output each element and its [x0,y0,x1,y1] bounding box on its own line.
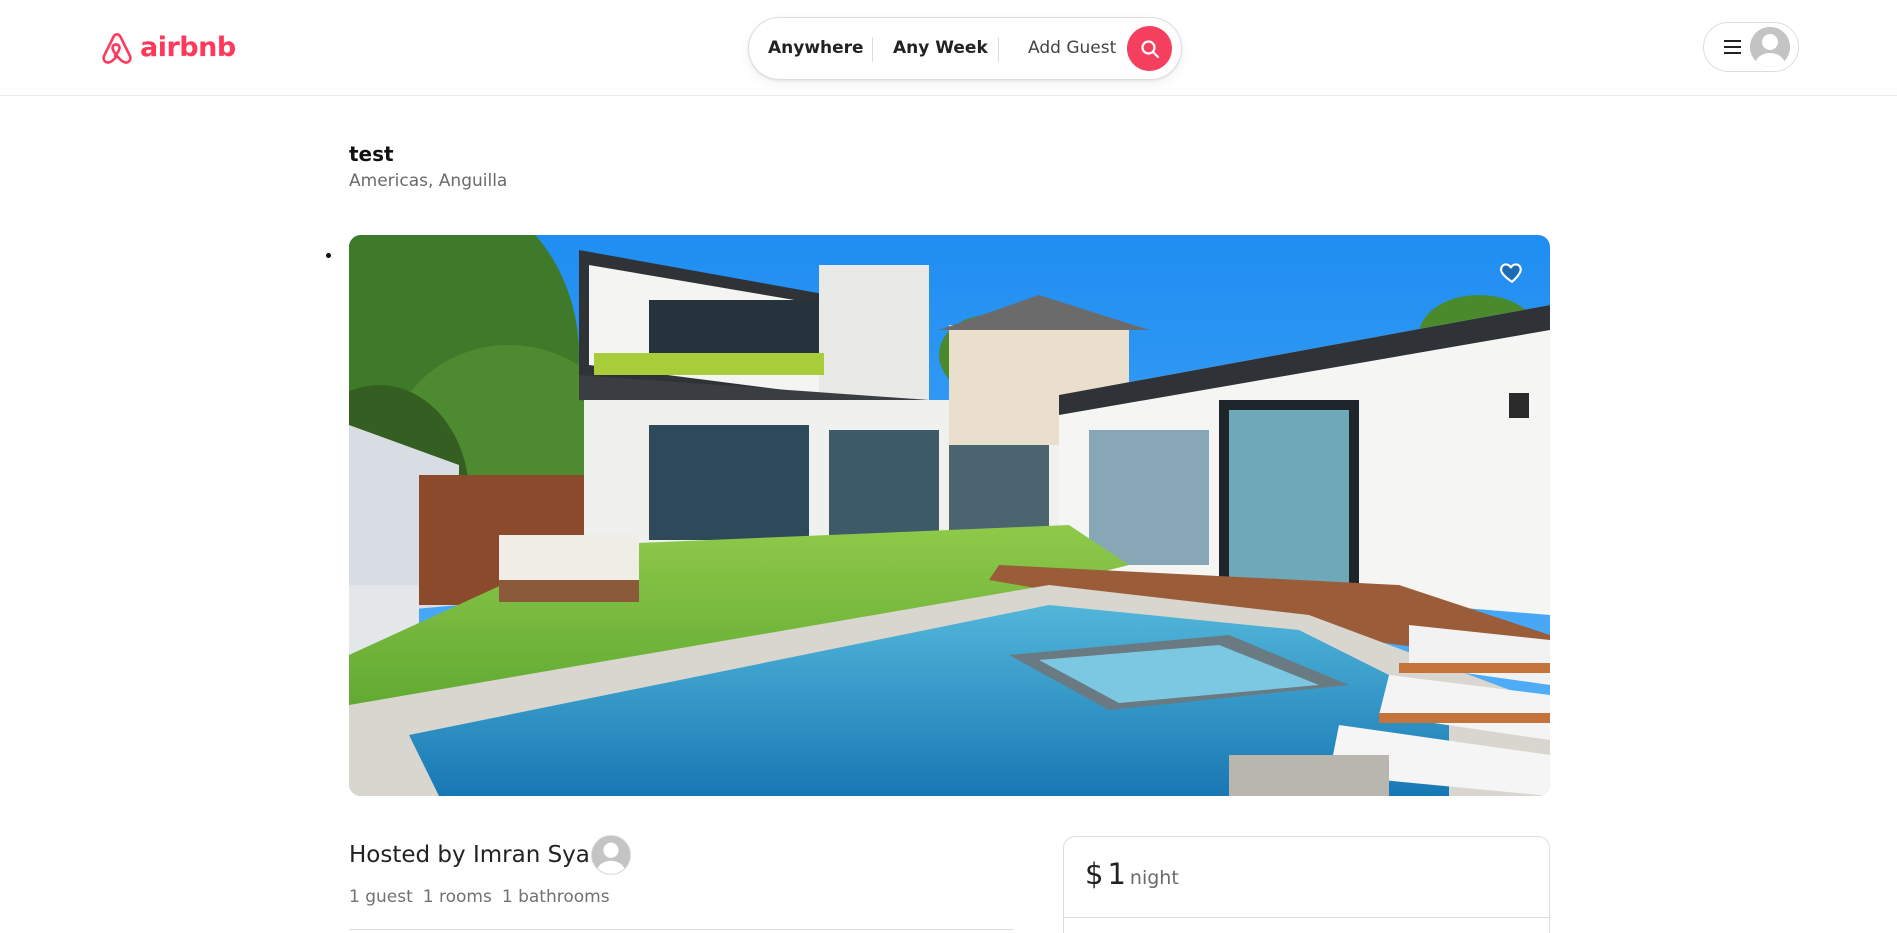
search-divider [998,37,999,62]
search-icon [1140,39,1159,58]
top-navbar: airbnb Anywhere Any Week Add Guest [0,0,1897,96]
price-unit: night [1129,867,1179,889]
card-divider [1064,917,1549,918]
search-location-anywhere[interactable]: Anywhere [768,38,864,58]
price-amount: 1 [1107,857,1126,891]
search-button[interactable] [1127,26,1172,71]
search-bar[interactable]: Anywhere Any Week Add Guest [748,17,1182,80]
search-divider [872,37,873,62]
hosted-by-heading: Hosted by Imran Syam [349,842,613,868]
host-avatar [591,835,631,875]
listing-title: test [349,142,394,166]
favorite-button[interactable] [1499,259,1525,285]
avatar [1750,27,1790,67]
section-divider [349,929,1013,930]
hamburger-menu-icon [1724,40,1741,55]
airbnb-logo[interactable]: airbnb [98,28,236,68]
heart-icon [1500,263,1522,283]
search-dates-any-week[interactable]: Any Week [893,38,988,58]
listing-photo [349,235,1550,796]
price-row: $1 night [1085,857,1179,891]
stat-guests: 1 guest [349,887,413,907]
price-currency: $ [1085,857,1104,891]
listing-stats: 1 guest 1 rooms 1 bathrooms [349,886,620,908]
airbnb-logo-icon [102,33,132,64]
default-avatar-icon [592,836,630,874]
listing-location: Americas, Anguilla [349,171,508,191]
user-menu-button[interactable] [1703,22,1799,72]
house-pool-image [349,235,1550,796]
search-add-guest[interactable]: Add Guest [1028,38,1116,58]
list-bullet [326,253,331,258]
logo-wordmark: airbnb [140,32,236,63]
default-avatar-icon [1750,27,1790,67]
stat-rooms: 1 rooms [422,887,492,907]
booking-card: $1 night [1063,836,1550,933]
stat-bathrooms: 1 bathrooms [501,887,610,907]
